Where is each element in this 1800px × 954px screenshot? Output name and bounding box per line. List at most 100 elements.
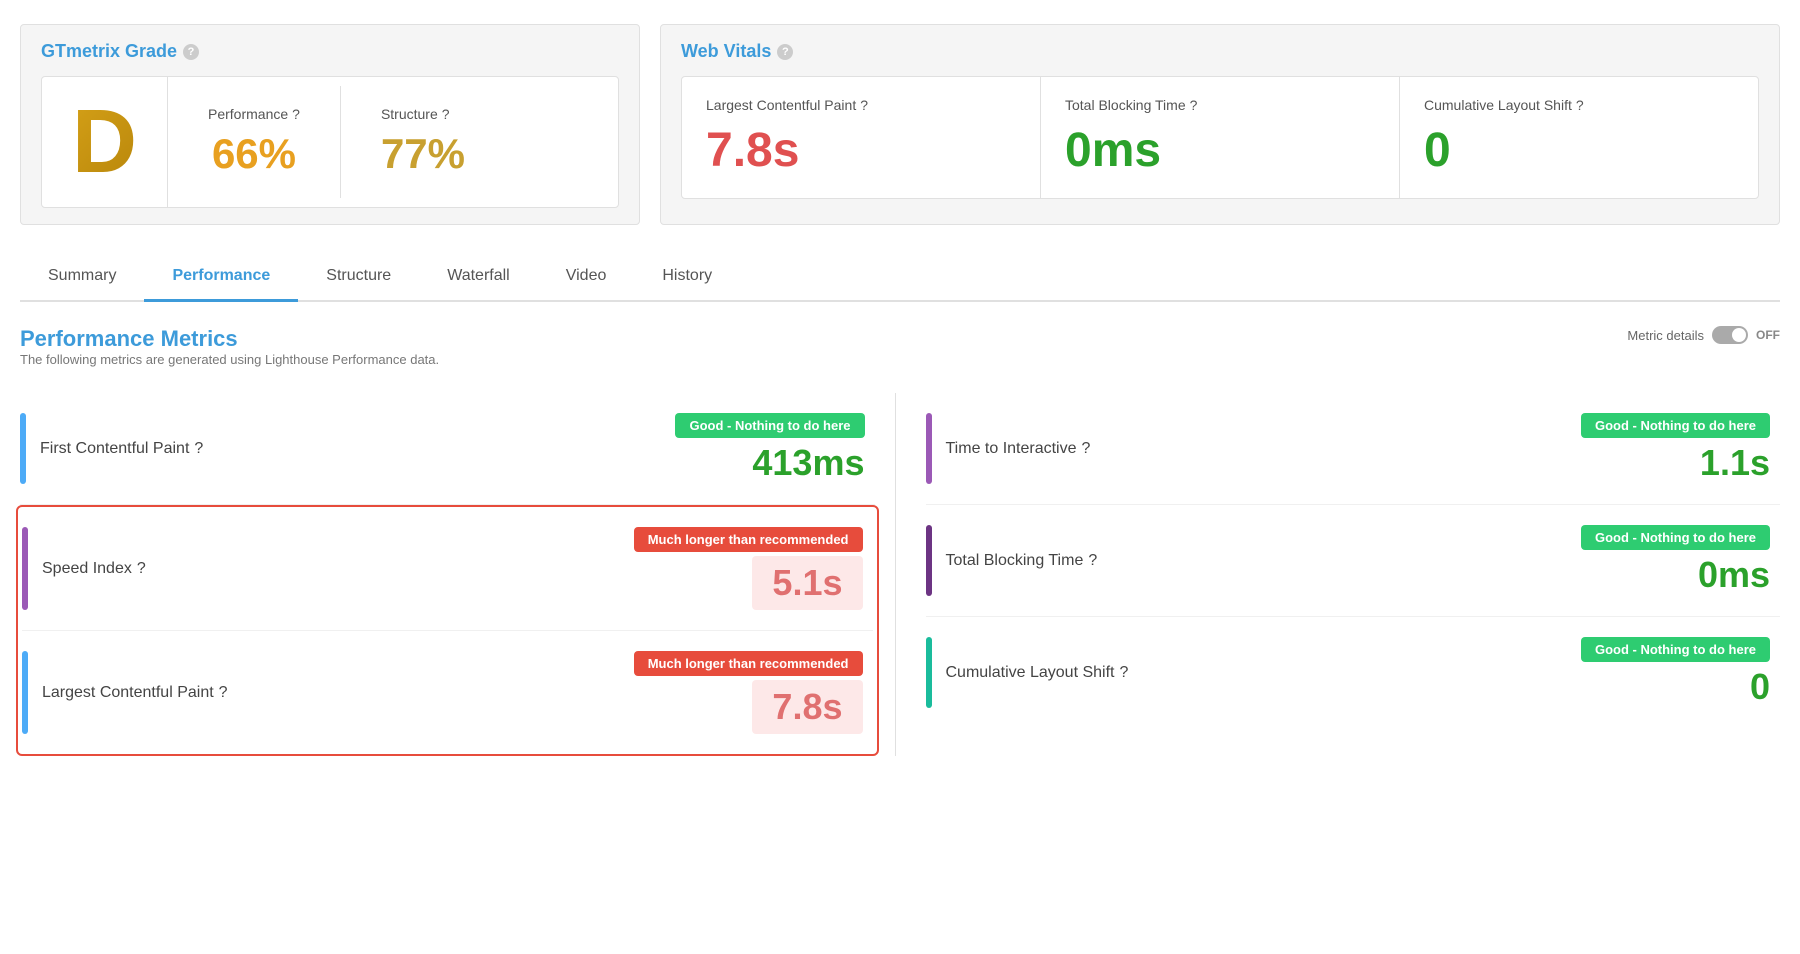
webvitals-title: Web Vitals ? <box>681 41 1759 62</box>
cls-badge: Good - Nothing to do here <box>1581 637 1770 662</box>
fcp-body: First Contentful Paint ? Good - Nothing … <box>40 413 875 484</box>
metrics-header: Performance Metrics The following metric… <box>20 326 1780 387</box>
tab-summary[interactable]: Summary <box>20 253 144 302</box>
tab-history[interactable]: History <box>634 253 740 302</box>
cls-value: 0 <box>1750 666 1770 708</box>
section-title: Performance Metrics The following metric… <box>20 326 439 387</box>
outlined-group: Speed Index ? Much longer than recommend… <box>16 505 879 756</box>
webvitals-help-icon[interactable]: ? <box>777 44 793 60</box>
si-help[interactable]: ? <box>137 560 146 578</box>
tabs-section: Summary Performance Structure Waterfall … <box>20 253 1780 302</box>
gtmetrix-help-icon[interactable]: ? <box>183 44 199 60</box>
fcp-help[interactable]: ? <box>194 440 203 458</box>
cls-right: Good - Nothing to do here 0 <box>1581 637 1770 708</box>
vital-cls-value: 0 <box>1424 123 1734 178</box>
tti-right: Good - Nothing to do here 1.1s <box>1581 413 1770 484</box>
lcp-badge: Much longer than recommended <box>634 651 863 676</box>
webvitals-card: Web Vitals ? Largest Contentful Paint ? … <box>660 24 1780 225</box>
tbt-badge: Good - Nothing to do here <box>1581 525 1770 550</box>
metric-speed-index: Speed Index ? Much longer than recommend… <box>22 507 873 631</box>
vital-tbt-value: 0ms <box>1065 123 1375 178</box>
lcp-value: 7.8s <box>752 680 862 734</box>
fcp-right: Good - Nothing to do here 413ms <box>675 413 864 484</box>
lcp-name: Largest Contentful Paint ? <box>42 684 228 702</box>
tbt-value: 0ms <box>1698 554 1770 596</box>
performance-subtitle: The following metrics are generated usin… <box>20 352 439 367</box>
vital-cls-label: Cumulative Layout Shift ? <box>1424 97 1734 113</box>
si-name: Speed Index ? <box>42 560 146 578</box>
vital-lcp-value: 7.8s <box>706 123 1016 178</box>
lcp-help[interactable]: ? <box>219 684 228 702</box>
metrics-two-col: First Contentful Paint ? Good - Nothing … <box>20 393 1780 756</box>
vital-tbt-help[interactable]: ? <box>1190 97 1198 113</box>
gtmetrix-title-text: GTmetrix Grade <box>41 41 177 62</box>
performance-title: Performance Metrics <box>20 326 439 352</box>
fcp-badge: Good - Nothing to do here <box>675 413 864 438</box>
structure-help-icon[interactable]: ? <box>442 106 450 122</box>
webvitals-title-text: Web Vitals <box>681 41 771 62</box>
tbt-right: Good - Nothing to do here 0ms <box>1581 525 1770 596</box>
tbt-bar <box>926 525 932 596</box>
tab-waterfall[interactable]: Waterfall <box>419 253 538 302</box>
metric-lcp-left: Largest Contentful Paint ? Much longer t… <box>22 631 873 754</box>
cls-body: Cumulative Layout Shift ? Good - Nothing… <box>946 637 1781 708</box>
vital-tbt: Total Blocking Time ? 0ms <box>1041 77 1400 198</box>
fcp-bar <box>20 413 26 484</box>
tti-name: Time to Interactive ? <box>946 440 1091 458</box>
vital-lcp: Largest Contentful Paint ? 7.8s <box>682 77 1041 198</box>
top-section: GTmetrix Grade ? D Performance ? 66% <box>20 24 1780 225</box>
metric-details-toggle[interactable]: Metric details OFF <box>1627 326 1780 344</box>
si-body: Speed Index ? Much longer than recommend… <box>42 527 873 610</box>
performance-value: 66% <box>208 130 300 178</box>
col-right: Time to Interactive ? Good - Nothing to … <box>896 393 1781 756</box>
webvitals-inner: Largest Contentful Paint ? 7.8s Total Bl… <box>681 76 1759 199</box>
cls-name: Cumulative Layout Shift ? <box>946 664 1129 682</box>
grade-letter-box: D <box>42 77 168 207</box>
si-value: 5.1s <box>752 556 862 610</box>
fcp-value: 413ms <box>752 442 864 484</box>
structure-label: Structure ? <box>381 106 465 122</box>
structure-value: 77% <box>381 130 465 178</box>
tti-badge: Good - Nothing to do here <box>1581 413 1770 438</box>
performance-metrics-section: Performance Metrics The following metric… <box>20 326 1780 756</box>
performance-metric: Performance ? 66% <box>168 86 341 198</box>
tti-help[interactable]: ? <box>1082 440 1091 458</box>
si-badge: Much longer than recommended <box>634 527 863 552</box>
gtmetrix-title: GTmetrix Grade ? <box>41 41 619 62</box>
lcp-body: Largest Contentful Paint ? Much longer t… <box>42 651 873 734</box>
cls-bar <box>926 637 932 708</box>
vital-cls-help[interactable]: ? <box>1576 97 1584 113</box>
gtmetrix-inner: D Performance ? 66% Structure ? <box>41 76 619 208</box>
tti-value: 1.1s <box>1700 442 1770 484</box>
lcp-bar <box>22 651 28 734</box>
fcp-name: First Contentful Paint ? <box>40 440 203 458</box>
tti-body: Time to Interactive ? Good - Nothing to … <box>946 413 1781 484</box>
toggle-label: Metric details <box>1627 328 1704 343</box>
metric-cls: Cumulative Layout Shift ? Good - Nothing… <box>926 617 1781 728</box>
vital-lcp-help[interactable]: ? <box>860 97 868 113</box>
page-wrapper: GTmetrix Grade ? D Performance ? 66% <box>0 0 1800 780</box>
grade-letter: D <box>72 97 137 187</box>
metric-tti: Time to Interactive ? Good - Nothing to … <box>926 393 1781 505</box>
si-right: Much longer than recommended 5.1s <box>634 527 863 610</box>
tab-performance[interactable]: Performance <box>144 253 298 302</box>
tab-video[interactable]: Video <box>538 253 635 302</box>
grade-metrics: Performance ? 66% Structure ? 77% <box>168 86 505 198</box>
tab-structure[interactable]: Structure <box>298 253 419 302</box>
vital-cls: Cumulative Layout Shift ? 0 <box>1400 77 1758 198</box>
metric-tbt: Total Blocking Time ? Good - Nothing to … <box>926 505 1781 617</box>
tbt-help[interactable]: ? <box>1088 552 1097 570</box>
si-bar <box>22 527 28 610</box>
vital-lcp-label: Largest Contentful Paint ? <box>706 97 1016 113</box>
structure-metric: Structure ? 77% <box>341 86 505 198</box>
col-left: First Contentful Paint ? Good - Nothing … <box>20 393 896 756</box>
tbt-name: Total Blocking Time ? <box>946 552 1098 570</box>
cls-help[interactable]: ? <box>1119 664 1128 682</box>
tti-bar <box>926 413 932 484</box>
performance-label: Performance ? <box>208 106 300 122</box>
tbt-body: Total Blocking Time ? Good - Nothing to … <box>946 525 1781 596</box>
toggle-switch[interactable] <box>1712 326 1748 344</box>
vital-tbt-label: Total Blocking Time ? <box>1065 97 1375 113</box>
lcp-right: Much longer than recommended 7.8s <box>634 651 863 734</box>
performance-help-icon[interactable]: ? <box>292 106 300 122</box>
